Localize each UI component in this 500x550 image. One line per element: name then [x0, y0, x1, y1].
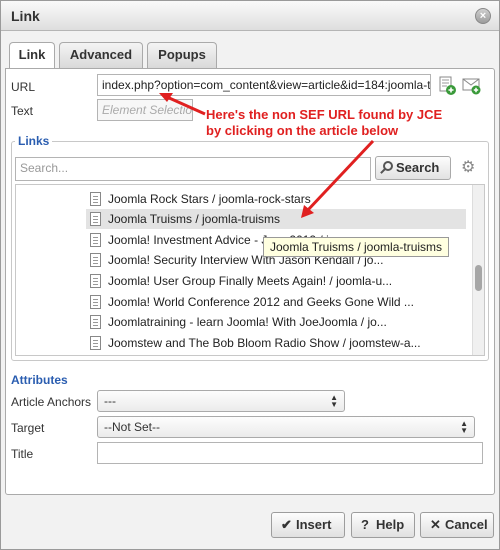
url-input[interactable]: index.php?option=com_content&view=articl… [97, 74, 431, 96]
document-icon [90, 274, 101, 288]
tree-item-selected[interactable]: Joomla Truisms / joomla-truisms [86, 209, 466, 229]
title-label: Title [11, 447, 34, 461]
select-arrows-icon: ▲ ▼ [460, 419, 468, 435]
title-bar: Link × [1, 1, 499, 31]
annotation-line-2: by clicking on the article below [206, 123, 399, 138]
target-select[interactable]: --Not Set-- ▲ ▼ [97, 416, 475, 438]
scroll-thumb[interactable] [475, 265, 482, 291]
search-button[interactable]: Search [375, 156, 451, 180]
document-icon [90, 336, 101, 350]
text-label: Text [11, 104, 34, 118]
insert-button-label: Insert [296, 517, 332, 532]
gear-icon[interactable]: ⚙ [461, 160, 477, 176]
links-section-title: Links [15, 134, 53, 148]
annotation-line-1: Here's the non SEF URL found by JCE [206, 107, 443, 122]
document-icon [90, 253, 101, 267]
insert-button[interactable]: ✔ Insert [271, 512, 345, 538]
attributes-section-title: Attributes [11, 373, 68, 387]
email-link-icon[interactable] [461, 75, 481, 95]
help-button-label: Help [376, 517, 405, 532]
document-icon [90, 233, 101, 247]
tree-item[interactable]: Joomla Rock Stars / joomla-rock-stars [86, 189, 466, 209]
anchors-label: Article Anchors [11, 395, 92, 409]
target-value: --Not Set-- [104, 420, 161, 434]
link-dialog: Link × Link Advanced Popups URL index.ph… [0, 0, 500, 550]
cancel-button-label: Cancel [445, 517, 488, 532]
dialog-title: Link [11, 8, 40, 24]
target-label: Target [11, 421, 45, 435]
tree-item[interactable]: Joomla! World Conference 2012 and Geeks … [86, 292, 466, 312]
document-icon [90, 295, 101, 309]
tree-scrollbar[interactable] [472, 185, 484, 355]
anchors-value: --- [104, 394, 116, 408]
document-icon [90, 212, 101, 226]
search-icon [383, 161, 393, 171]
select-arrows-icon: ▲ ▼ [330, 393, 338, 409]
tree-item-label: Joomla! User Group Finally Meets Again! … [108, 274, 393, 288]
tab-link[interactable]: Link [9, 42, 55, 69]
search-input[interactable]: Search... [15, 157, 371, 181]
tree-item-label: Joomlatraining - learn Joomla! With JoeJ… [108, 315, 387, 329]
tab-advanced[interactable]: Advanced [59, 42, 143, 68]
help-button[interactable]: ? Help [351, 512, 415, 538]
tree-item[interactable]: Joomla! User Group Finally Meets Again! … [86, 271, 466, 291]
url-label: URL [11, 80, 36, 94]
tree-item-label: Joomla Rock Stars / joomla-rock-stars [108, 192, 311, 206]
tree-item[interactable]: Joomlatraining - learn Joomla! With JoeJ… [86, 312, 466, 332]
tree-item[interactable]: Joomstew and The Bob Bloom Radio Show / … [86, 333, 466, 353]
text-input[interactable]: Element Selection [97, 99, 193, 121]
cancel-icon: ✕ [430, 517, 441, 532]
anchors-select[interactable]: --- ▲ ▼ [97, 390, 345, 412]
links-tree[interactable]: Joomla Rock Stars / joomla-rock-stars Jo… [15, 184, 485, 356]
close-icon[interactable]: × [475, 8, 491, 24]
search-button-label: Search [396, 160, 440, 175]
title-input[interactable] [97, 442, 483, 464]
cancel-button[interactable]: ✕ Cancel [420, 512, 494, 538]
help-icon: ? [361, 517, 369, 532]
tree-item-label: Joomstew and The Bob Bloom Radio Show / … [108, 336, 421, 350]
tooltip: Joomla Truisms / joomla-truisms [263, 237, 450, 257]
document-icon [90, 315, 101, 329]
tree-item-label: Joomla Truisms / joomla-truisms [108, 212, 281, 226]
document-icon [90, 192, 101, 206]
anchor-link-icon[interactable] [437, 75, 457, 95]
tab-popups[interactable]: Popups [147, 42, 217, 68]
tree-item-label: Joomla! World Conference 2012 and Geeks … [108, 295, 414, 309]
checkmark-icon: ✔ [281, 517, 292, 532]
